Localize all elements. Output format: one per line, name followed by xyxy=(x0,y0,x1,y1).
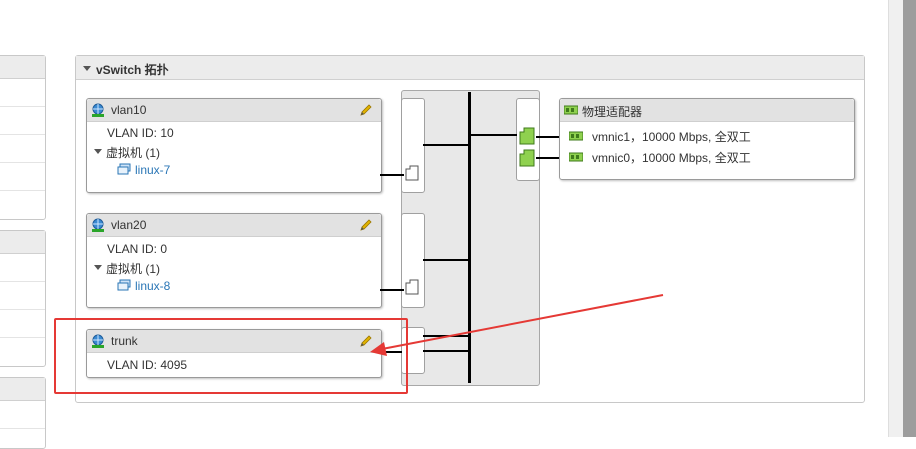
vlan-id: VLAN ID: 10 xyxy=(107,126,174,140)
panel-title: vSwitch 拓扑 xyxy=(96,63,169,77)
port-connector-icon xyxy=(405,165,419,181)
physical-adapters-card[interactable]: 物理适配器 vmnic1，10000 Mbps, 全双工 vmnic0，1000… xyxy=(559,98,855,180)
connection-line xyxy=(536,157,560,159)
port-group-name: vlan10 xyxy=(111,103,147,117)
edit-pencil-icon[interactable] xyxy=(359,103,373,117)
connection-line xyxy=(423,144,470,146)
panel-header[interactable]: vSwitch 拓扑 xyxy=(76,56,864,80)
network-globe-icon xyxy=(92,103,104,117)
physical-adapters-title: 物理适配器 xyxy=(582,105,643,119)
caret-down-icon[interactable] xyxy=(94,149,102,154)
physical-adapter-item[interactable]: vmnic0，10000 Mbps, 全双工 xyxy=(592,149,751,166)
caret-down-icon[interactable] xyxy=(94,265,102,270)
port-group-card-vlan10[interactable]: vlan10 VLAN ID: 10 虚拟机 (1) linux-7 xyxy=(86,98,382,193)
connection-line xyxy=(536,136,560,138)
port-connector-icon xyxy=(519,149,535,167)
vm-section-label[interactable]: 虚拟机 (1) xyxy=(106,144,160,161)
connection-line xyxy=(423,259,470,261)
connection-line xyxy=(470,134,517,136)
annotation-highlight-box xyxy=(54,318,408,394)
card-header: vlan10 xyxy=(87,99,381,122)
connection-line xyxy=(380,174,404,176)
port-group-card-vlan20[interactable]: vlan20 VLAN ID: 0 虚拟机 (1) linux-8 xyxy=(86,213,382,308)
left-panel-3 xyxy=(0,377,46,449)
port-group-name: vlan20 xyxy=(111,218,147,232)
card-header: vlan20 xyxy=(87,214,381,237)
vm-section-label[interactable]: 虚拟机 (1) xyxy=(106,260,160,277)
scrollbar[interactable] xyxy=(903,0,916,437)
left-panel-2 xyxy=(0,230,46,367)
vm-link[interactable]: linux-7 xyxy=(135,163,170,177)
left-panel-1 xyxy=(0,55,46,220)
nic-icon xyxy=(569,152,583,162)
vm-icon xyxy=(117,279,131,291)
caret-down-icon[interactable] xyxy=(83,66,91,71)
physical-adapter-item[interactable]: vmnic1，10000 Mbps, 全双工 xyxy=(592,128,751,145)
vm-link[interactable]: linux-8 xyxy=(135,279,170,293)
annotation-arrow-icon xyxy=(370,294,664,356)
edit-pencil-icon[interactable] xyxy=(359,218,373,232)
nic-icon xyxy=(564,105,578,115)
port-connector-icon xyxy=(519,127,535,145)
network-globe-icon xyxy=(92,218,104,232)
vlan-id: VLAN ID: 0 xyxy=(107,242,168,256)
nic-icon xyxy=(569,131,583,141)
vm-icon xyxy=(117,163,131,175)
card-header: 物理适配器 xyxy=(560,99,854,122)
